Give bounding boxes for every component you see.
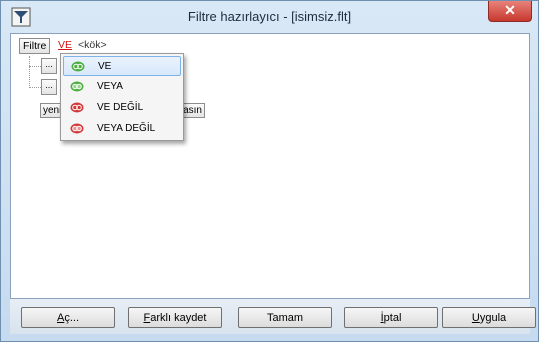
operator-dropdown-menu: VE VEYA VE DEĞİL VEYA DEĞİL — [60, 53, 184, 141]
cancel-button[interactable]: İptal — [344, 307, 438, 328]
cancel-label: ptal — [383, 312, 402, 324]
filter-button[interactable]: Filtre — [19, 38, 51, 54]
save-as-button[interactable]: Farklı kaydet — [128, 307, 222, 328]
menu-item-veya[interactable]: VEYA — [63, 77, 181, 97]
title-bar[interactable]: Filtre hazırlayıcı - [isimsiz.flt] ✕ — [1, 1, 538, 33]
tree-branch — [29, 87, 41, 88]
menu-item-veya-degil[interactable]: VEYA DEĞİL — [63, 119, 181, 139]
or-icon — [70, 81, 84, 92]
filter-builder-window: Filtre hazırlayıcı - [isimsiz.flt] ✕ Fil… — [0, 0, 539, 342]
and-not-icon — [70, 102, 84, 113]
tree-branch — [29, 66, 41, 67]
button-bar: Aç... Farklı kaydet Tamam İptal Uygula — [10, 298, 536, 334]
condition-ellipsis-button[interactable]: ... — [41, 58, 57, 74]
tree-connector — [29, 56, 30, 88]
open-button[interactable]: Aç... — [21, 307, 115, 328]
apply-accel: U — [471, 312, 480, 324]
condition-ellipsis-button[interactable]: ... — [41, 79, 57, 95]
and-icon — [71, 61, 85, 72]
menu-item-ve-degil[interactable]: VE DEĞİL — [63, 98, 181, 118]
menu-item-label: VEYA DEĞİL — [97, 123, 156, 134]
operator-link[interactable]: VE — [58, 39, 72, 51]
open-label: ç... — [64, 312, 79, 324]
window-title: Filtre hazırlayıcı - [isimsiz.flt] — [187, 9, 352, 24]
or-not-icon — [70, 123, 84, 134]
menu-item-label: VE — [98, 61, 112, 72]
close-button[interactable]: ✕ — [488, 1, 532, 22]
menu-item-ve[interactable]: VE — [63, 56, 181, 76]
root-label: <kök> — [78, 39, 107, 51]
apply-button[interactable]: Uygula — [442, 307, 536, 328]
ok-button[interactable]: Tamam — [238, 307, 332, 328]
menu-item-label: VE DEĞİL — [97, 102, 144, 113]
save-as-label: arklı kaydet — [150, 312, 207, 324]
menu-item-label: VEYA — [97, 81, 123, 92]
apply-label: ygula — [479, 312, 507, 324]
